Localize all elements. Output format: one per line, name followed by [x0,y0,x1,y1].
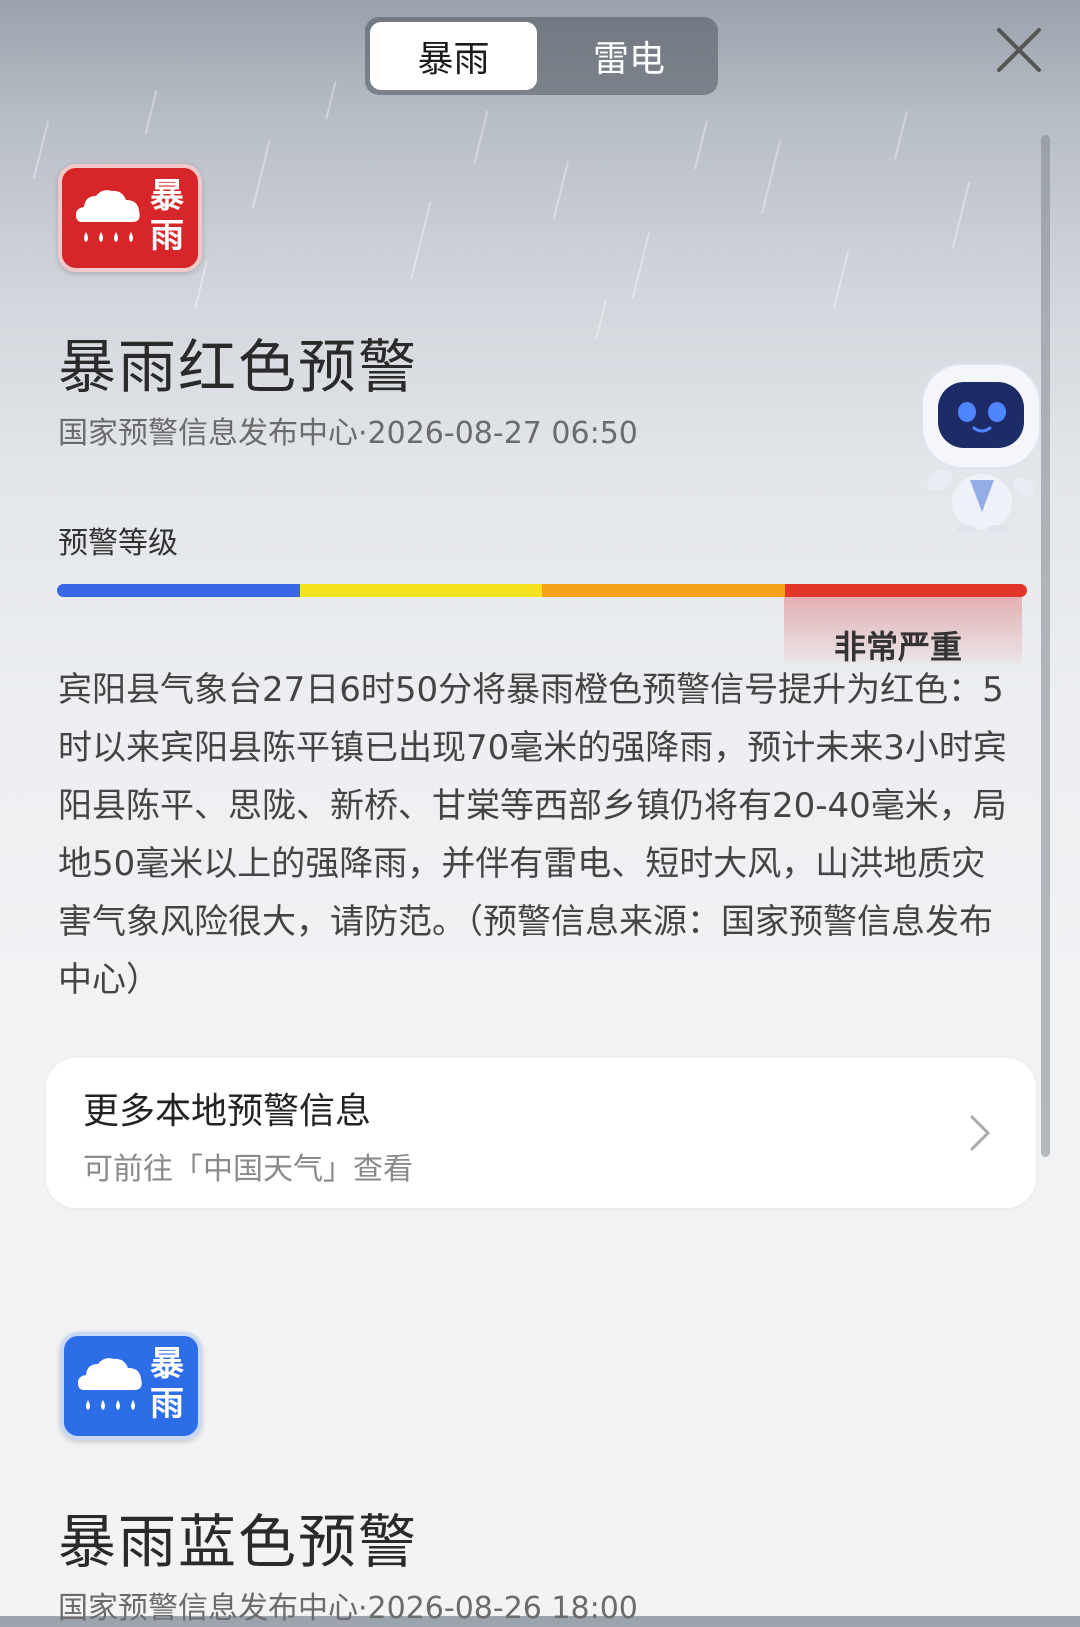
warning-title: 暴雨蓝色预警 [58,1508,419,1576]
level-yellow [299,584,542,597]
warning-type-tabs: 暴雨 雷电 [365,17,718,95]
rain-cloud-icon [76,190,140,242]
warning-level-label: 预警等级 [58,526,178,561]
warning-meta: 国家预警信息发布中心·2026-08-27 06:50 [58,416,638,451]
tab-rainstorm[interactable]: 暴雨 [370,22,537,90]
badge-label: 暴雨 [150,1344,184,1424]
rainstorm-red-warning-icon: 暴雨 [58,164,202,272]
robot-mascot-icon [921,363,1041,532]
warning-meta: 国家预警信息发布中心·2026-08-26 18:00 [58,1591,638,1626]
scrollbar[interactable] [1041,135,1050,1157]
close-icon[interactable] [993,24,1045,76]
tab-thunder[interactable]: 雷电 [545,22,713,90]
badge-label: 暴雨 [150,176,184,256]
level-orange [542,584,785,597]
rainstorm-blue-warning-icon: 暴雨 [60,1332,202,1440]
level-red [784,584,1027,597]
warning-description: 宾阳县气象台27日6时50分将暴雨橙色预警信号提升为红色：5时以来宾阳县陈平镇已… [58,670,1007,1000]
more-warnings-subtitle: 可前往「中国天气」查看 [83,1152,413,1187]
level-blue [57,584,300,597]
more-warnings-title: 更多本地预警信息 [83,1091,372,1132]
chevron-right-icon [970,1115,990,1151]
warning-title: 暴雨红色预警 [58,333,419,401]
warning-level-bar [57,584,1027,597]
rain-cloud-icon [78,1358,142,1410]
more-local-warnings-card[interactable]: 更多本地预警信息 可前往「中国天气」查看 [46,1058,1036,1208]
